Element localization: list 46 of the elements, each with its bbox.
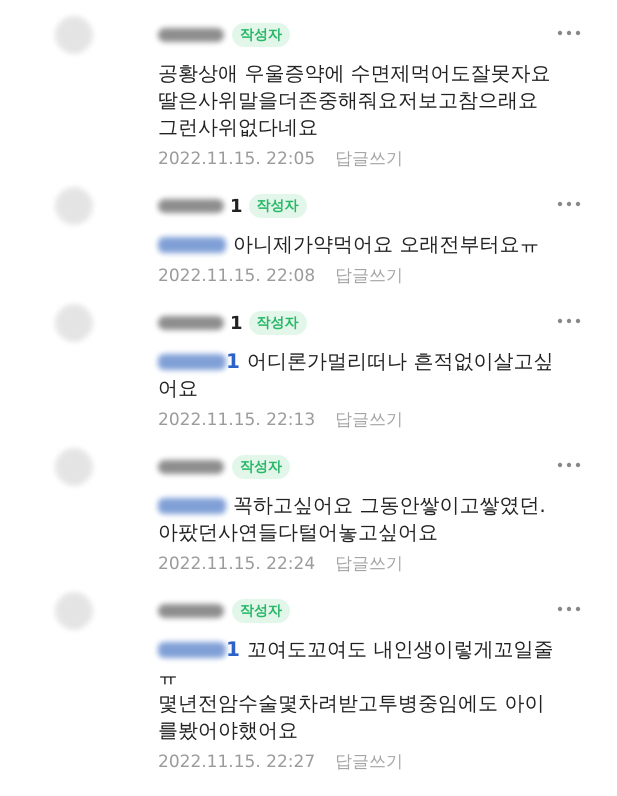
comment-text: 어디론가멀리떠나 흔적없이살고싶: [246, 348, 554, 375]
more-icon[interactable]: [557, 462, 581, 468]
comment-text: 아니제가약먹어요 오래전부터요ㅠ: [233, 231, 540, 258]
blurred-name: [158, 316, 224, 330]
comment-date: 2022.11.15. 22:13: [158, 409, 316, 431]
reply-button[interactable]: 답글쓰기: [335, 265, 404, 287]
more-icon[interactable]: [557, 606, 581, 612]
author-badge: 작성자: [232, 455, 290, 479]
blurred-avatar: [55, 304, 93, 342]
comment-text: 어요: [158, 375, 198, 402]
comment-text: 를봤어야했어요: [158, 717, 298, 744]
reply-button[interactable]: 답글쓰기: [335, 409, 404, 431]
comment-text: 꼭하고싶어요 그동안쌓이고쌓였던.: [233, 492, 546, 519]
reply-button[interactable]: 답글쓰기: [335, 553, 404, 575]
author-badge: 작성자: [232, 599, 290, 623]
comment-date: 2022.11.15. 22:05: [158, 148, 316, 170]
blurred-avatar: [55, 187, 93, 225]
comment-date: 2022.11.15. 22:08: [158, 265, 316, 287]
blurred-name: [158, 199, 224, 213]
comment-text: 공황상애 우울증약에 수면제먹어도잘못자요: [158, 60, 551, 87]
mention-name[interactable]: 1: [226, 348, 240, 375]
comment-text: 아팠던사연들다털어놓고싶어요: [158, 519, 438, 546]
more-icon[interactable]: [557, 30, 581, 36]
comment-text: 꼬여도꼬여도 내인생이렇게꼬일줄: [246, 636, 554, 663]
comment-text: 딸은사위말을더존중해줘요저보고참으래요: [158, 87, 538, 114]
author-badge: 작성자: [248, 194, 307, 218]
author-name: 1: [230, 196, 243, 216]
reply-button[interactable]: 답글쓰기: [335, 148, 404, 170]
blurred-name: [158, 460, 224, 474]
author-badge: 작성자: [232, 23, 290, 47]
author-name: 1: [230, 312, 243, 334]
comment-date: 2022.11.15. 22:24: [158, 553, 316, 575]
blurred-avatar: [55, 448, 93, 486]
comment-text: 몇년전암수술몇차려받고투병중임에도 아이: [158, 690, 544, 717]
blurred-avatar: [55, 592, 93, 630]
author-badge: 작성자: [248, 311, 307, 335]
blurred-avatar: [55, 16, 93, 54]
blurred-name: [158, 604, 224, 618]
mention-name[interactable]: 1: [226, 636, 240, 663]
comment-text: 그런사위없다네요: [158, 114, 318, 141]
reply-button[interactable]: 답글쓰기: [335, 751, 404, 773]
more-icon[interactable]: [557, 318, 581, 324]
more-icon[interactable]: [557, 201, 581, 207]
comment-date: 2022.11.15. 22:27: [158, 751, 316, 773]
blurred-name: [158, 28, 224, 42]
comment-text: ㅠ: [158, 663, 178, 690]
